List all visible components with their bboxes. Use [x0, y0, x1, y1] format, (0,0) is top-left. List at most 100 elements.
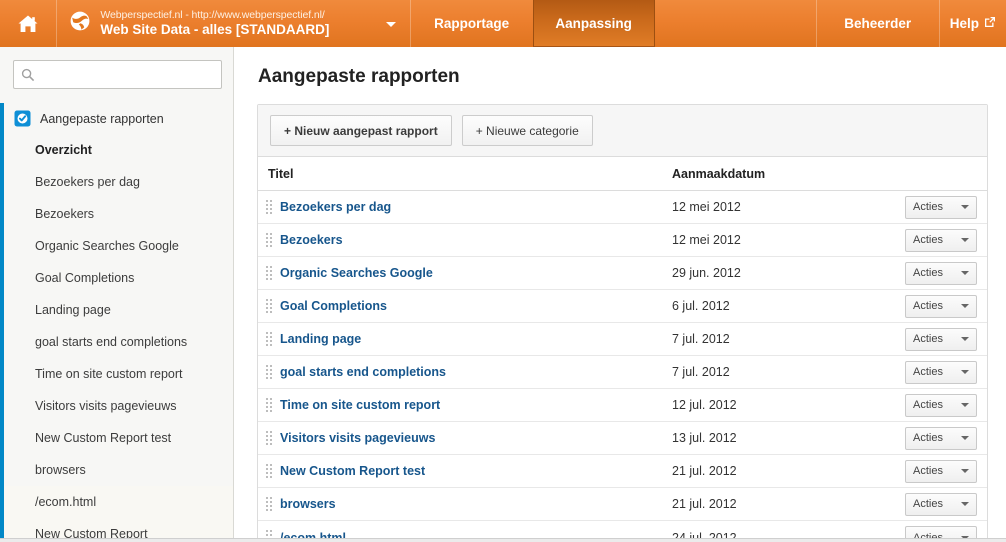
acties-label: Acties [913, 498, 943, 510]
cell-date: 12 mei 2012 [672, 200, 741, 214]
active-accent-bar [0, 166, 4, 198]
cell-title: Bezoekers [258, 232, 672, 248]
active-accent-bar [0, 103, 4, 134]
sidebar-nav: Aangepaste rapporten Overzicht Bezoekers… [0, 103, 233, 542]
sidebar-item-ecom-html[interactable]: /ecom.html [0, 486, 233, 518]
search-input[interactable] [40, 61, 210, 88]
sidebar-item-organic-searches-google[interactable]: Organic Searches Google [0, 230, 233, 262]
sidebar-item-time-on-site-custom-report[interactable]: Time on site custom report [0, 358, 233, 390]
acties-label: Acties [913, 432, 943, 444]
drag-handle-icon[interactable] [266, 364, 272, 380]
active-accent-bar [0, 262, 4, 294]
sidebar-item-aangepaste-rapporten[interactable]: Aangepaste rapporten [0, 103, 233, 134]
drag-handle-icon[interactable] [266, 430, 272, 446]
tab-help[interactable]: Help [940, 0, 1006, 47]
sidebar-item-overzicht[interactable]: Overzicht [0, 134, 233, 166]
external-link-icon [984, 16, 996, 31]
acties-dropdown-button[interactable]: Acties [905, 327, 977, 351]
tab-label: Beheerder [844, 16, 912, 31]
acties-dropdown-button[interactable]: Acties [905, 261, 977, 285]
column-header-titel[interactable]: Titel [258, 167, 672, 181]
acties-dropdown-button[interactable]: Acties [905, 393, 977, 417]
acties-dropdown-button[interactable]: Acties [905, 426, 977, 450]
drag-handle-icon[interactable] [266, 331, 272, 347]
sidebar-search [0, 47, 233, 89]
sidebar-item-label: Aangepaste rapporten [40, 111, 164, 126]
cell-date: 6 jul. 2012 [672, 299, 730, 313]
chevron-down-icon [961, 238, 969, 242]
sidebar-item-goal-completions[interactable]: Goal Completions [0, 262, 233, 294]
table-row: Bezoekers per dag 12 mei 2012 Acties [258, 191, 987, 224]
cell-title: browsers [258, 496, 672, 512]
report-link[interactable]: Organic Searches Google [280, 266, 433, 280]
chevron-down-icon [961, 502, 969, 506]
report-link[interactable]: New Custom Report test [280, 464, 425, 478]
report-link[interactable]: goal starts end completions [280, 365, 446, 379]
active-accent-bar [0, 198, 4, 230]
tab-beheerder[interactable]: Beheerder [817, 0, 939, 47]
new-category-button[interactable]: + Nieuwe categorie [461, 115, 593, 146]
sidebar-item-label: Bezoekers per dag [35, 175, 140, 189]
cell-actions: Acties [902, 459, 987, 483]
drag-handle-icon[interactable] [266, 199, 272, 215]
cell-date: 7 jul. 2012 [672, 365, 730, 379]
cell-actions: Acties [902, 195, 987, 219]
drag-handle-icon[interactable] [266, 496, 272, 512]
reports-panel: + Nieuw aangepast rapport + Nieuwe categ… [257, 104, 988, 542]
sidebar: Aangepaste rapporten Overzicht Bezoekers… [0, 47, 234, 542]
acties-dropdown-button[interactable]: Acties [905, 492, 977, 516]
acties-dropdown-button[interactable]: Acties [905, 360, 977, 384]
account-selector[interactable]: Webperspectief.nl - http://www.webperspe… [57, 0, 409, 47]
tab-blank[interactable] [655, 0, 816, 47]
sidebar-item-bezoekers-per-dag[interactable]: Bezoekers per dag [0, 166, 233, 198]
sidebar-item-browsers[interactable]: browsers [0, 454, 233, 486]
drag-handle-icon[interactable] [266, 463, 272, 479]
sidebar-item-bezoekers[interactable]: Bezoekers [0, 198, 233, 230]
chevron-down-icon[interactable] [385, 21, 396, 27]
column-header-aanmaakdatum[interactable]: Aanmaakdatum [672, 167, 902, 181]
sidebar-item-goal-starts-end-completions[interactable]: goal starts end completions [0, 326, 233, 358]
sidebar-item-label: Overzicht [35, 143, 92, 157]
report-link[interactable]: Goal Completions [280, 299, 387, 313]
active-accent-bar [0, 422, 4, 454]
tab-aanpassing[interactable]: Aanpassing [532, 0, 655, 47]
sidebar-item-label: Organic Searches Google [35, 239, 179, 253]
acties-label: Acties [913, 267, 943, 279]
cell-actions: Acties [902, 426, 987, 450]
report-link[interactable]: Visitors visits pagevieuws [280, 431, 435, 445]
home-button[interactable] [0, 0, 56, 47]
search-box[interactable] [13, 60, 222, 89]
drag-handle-icon[interactable] [266, 265, 272, 281]
tab-rapportage[interactable]: Rapportage [411, 0, 533, 47]
active-accent-bar [0, 454, 4, 486]
cell-date: 29 jun. 2012 [672, 266, 741, 280]
acties-dropdown-button[interactable]: Acties [905, 294, 977, 318]
drag-handle-icon[interactable] [266, 232, 272, 248]
drag-handle-icon[interactable] [266, 298, 272, 314]
report-link[interactable]: Time on site custom report [280, 398, 440, 412]
acties-dropdown-button[interactable]: Acties [905, 228, 977, 252]
acties-label: Acties [913, 333, 943, 345]
table-row: New Custom Report test 21 jul. 2012 Acties [258, 455, 987, 488]
acties-dropdown-button[interactable]: Acties [905, 195, 977, 219]
cell-date: 21 jul. 2012 [672, 464, 737, 478]
sidebar-item-label: Time on site custom report [35, 367, 183, 381]
sidebar-item-new-custom-report-test[interactable]: New Custom Report test [0, 422, 233, 454]
acties-dropdown-button[interactable]: Acties [905, 459, 977, 483]
cell-date: 21 jul. 2012 [672, 497, 737, 511]
sidebar-item-visitors-visits-pagevieuws[interactable]: Visitors visits pagevieuws [0, 390, 233, 422]
sidebar-item-landing-page[interactable]: Landing page [0, 294, 233, 326]
report-link[interactable]: browsers [280, 497, 336, 511]
account-title: Web Site Data - alles [STANDAARD] [100, 22, 330, 38]
new-custom-report-button[interactable]: + Nieuw aangepast rapport [270, 115, 452, 146]
drag-handle-icon[interactable] [266, 397, 272, 413]
acties-label: Acties [913, 399, 943, 411]
report-link[interactable]: Bezoekers per dag [280, 200, 391, 214]
chevron-down-icon [961, 205, 969, 209]
active-accent-bar [0, 390, 4, 422]
home-icon [17, 14, 39, 34]
sidebar-item-label: Goal Completions [35, 271, 135, 285]
report-link[interactable]: Bezoekers [280, 233, 343, 247]
report-link[interactable]: Landing page [280, 332, 361, 346]
cell-date: 7 jul. 2012 [672, 332, 730, 346]
